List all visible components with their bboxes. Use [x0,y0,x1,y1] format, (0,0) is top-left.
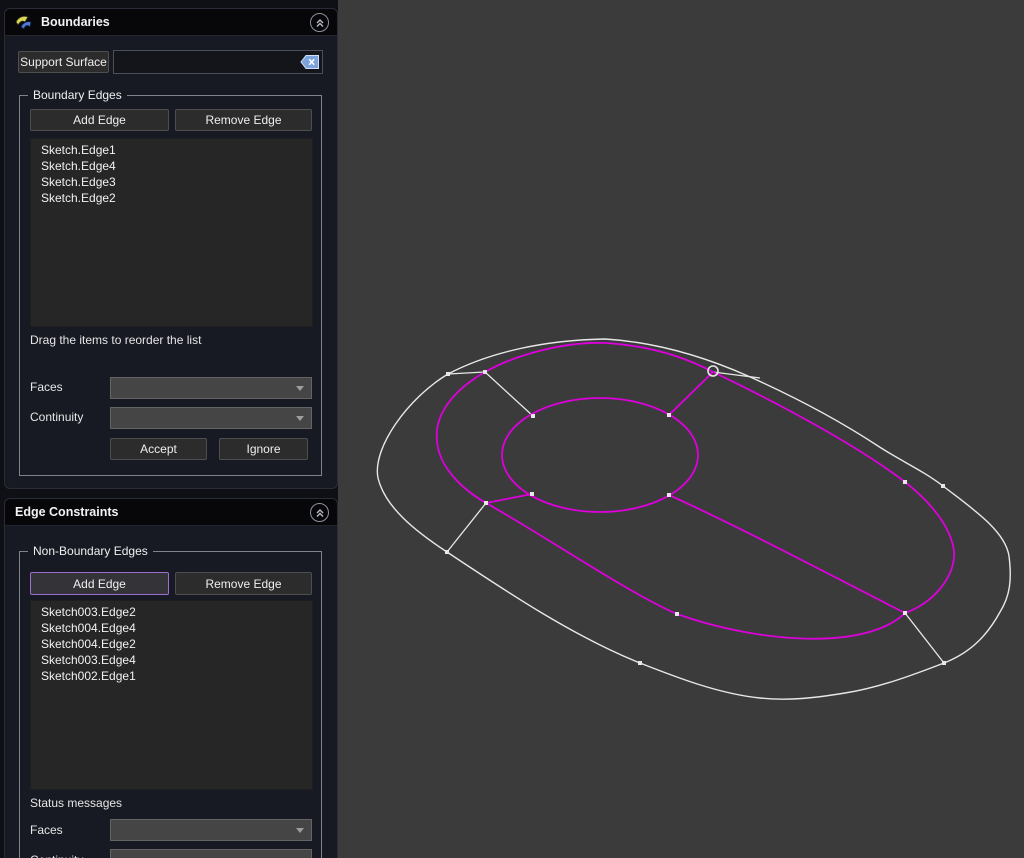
edge-list-item[interactable]: Sketch004.Edge4 [31,620,312,636]
non-boundary-edges-list[interactable]: Sketch003.Edge2Sketch004.Edge4Sketch004.… [30,600,313,790]
status-messages-text: Status messages [30,796,122,810]
boundaries-panel: Boundaries Support Surface Boundary Edge… [4,8,338,489]
clear-input-icon[interactable] [300,54,320,70]
support-surface-input-wrap [113,50,323,74]
faces-select[interactable] [110,377,312,399]
boundary-edges-group: Boundary Edges Add Edge Remove Edge Sket… [19,95,322,476]
continuity-select[interactable] [110,849,312,858]
application-window: Boundaries Support Surface Boundary Edge… [0,0,1024,858]
edge-list-item[interactable]: Sketch003.Edge2 [31,604,312,620]
diagonal-edge[interactable] [669,495,905,613]
chevron-down-icon [296,386,304,391]
constraint-edge-lines [486,372,905,613]
collapse-edge-constraints-icon[interactable] [310,503,329,522]
add-edge-button[interactable]: Add Edge [30,572,169,595]
edge-constraints-panel-header[interactable]: Edge Constraints [5,499,337,526]
non-boundary-edges-group: Non-Boundary Edges Add Edge Remove Edge … [19,551,322,858]
chevron-down-icon [296,416,304,421]
collapse-boundaries-icon[interactable] [310,13,329,32]
edge-list-item[interactable]: Sketch002.Edge1 [31,668,312,684]
wireframe-scene [338,0,1024,858]
edge-list-item[interactable]: Sketch.Edge4 [31,158,312,174]
seam-bottom-left[interactable] [447,503,486,552]
accept-button[interactable]: Accept [110,438,207,460]
continuity-label: Continuity [30,853,83,858]
faces-label: Faces [30,823,63,837]
boundaries-panel-header[interactable]: Boundaries [5,9,337,36]
edge-list-item[interactable]: Sketch.Edge2 [31,190,312,206]
seam-top-left-outer[interactable] [448,372,485,374]
reorder-hint-text: Drag the items to reorder the list [30,333,201,347]
remove-edge-button[interactable]: Remove Edge [175,109,312,131]
boundaries-panel-title: Boundaries [41,15,110,29]
remove-edge-button[interactable]: Remove Edge [175,572,312,595]
non-boundary-edges-group-title: Non-Boundary Edges [28,544,153,558]
boundary-edges-group-title: Boundary Edges [28,88,127,102]
continuity-select[interactable] [110,407,312,429]
chevron-down-icon [296,828,304,833]
edge-list-item[interactable]: Sketch.Edge3 [31,174,312,190]
support-surface-input[interactable] [114,55,300,69]
connector-top-right[interactable] [669,372,713,415]
faces-label: Faces [30,380,63,394]
outer-boundary-wire[interactable] [377,339,1010,699]
faces-select[interactable] [110,819,312,841]
inner-stadium-wire[interactable] [437,343,954,639]
edge-constraints-panel: Edge Constraints Non-Boundary Edges Add … [4,498,338,858]
edge-list-item[interactable]: Sketch.Edge1 [31,142,312,158]
edge-list-item[interactable]: Sketch004.Edge2 [31,636,312,652]
continuity-label: Continuity [30,410,83,424]
surface-boundaries-icon [15,14,33,30]
boundary-edges-list[interactable]: Sketch.Edge1Sketch.Edge4Sketch.Edge3Sket… [30,138,313,327]
ignore-button[interactable]: Ignore [219,438,308,460]
connector-bottom-left[interactable] [486,494,532,503]
seam-top-left-inner[interactable] [485,372,533,416]
add-edge-button[interactable]: Add Edge [30,109,169,131]
support-surface-button[interactable]: Support Surface [18,51,109,73]
3d-viewport[interactable] [338,0,1024,858]
edge-constraints-panel-title: Edge Constraints [15,505,119,519]
edge-list-item[interactable]: Sketch003.Edge4 [31,652,312,668]
seam-bottom-right[interactable] [905,613,944,663]
